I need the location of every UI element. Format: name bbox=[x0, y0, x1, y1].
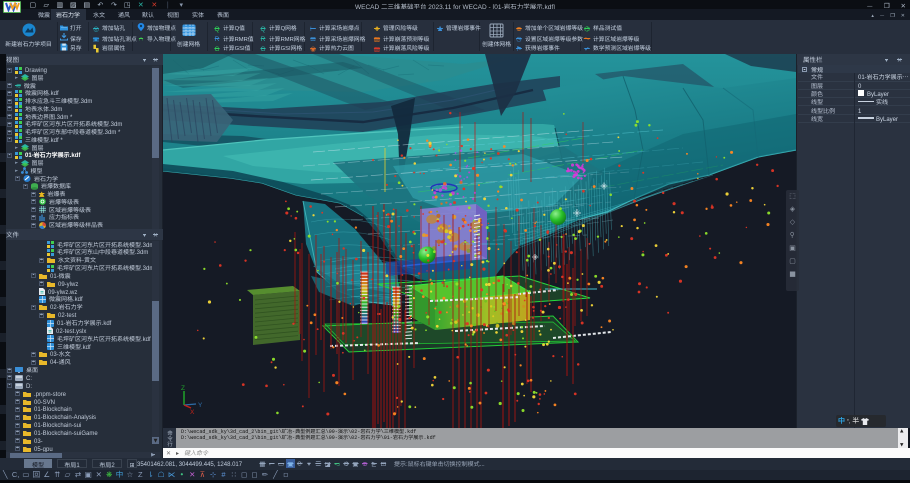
svg-text:Z: Z bbox=[181, 385, 185, 392]
svg-text:X: X bbox=[190, 409, 195, 416]
svg-text:Y: Y bbox=[198, 402, 203, 409]
